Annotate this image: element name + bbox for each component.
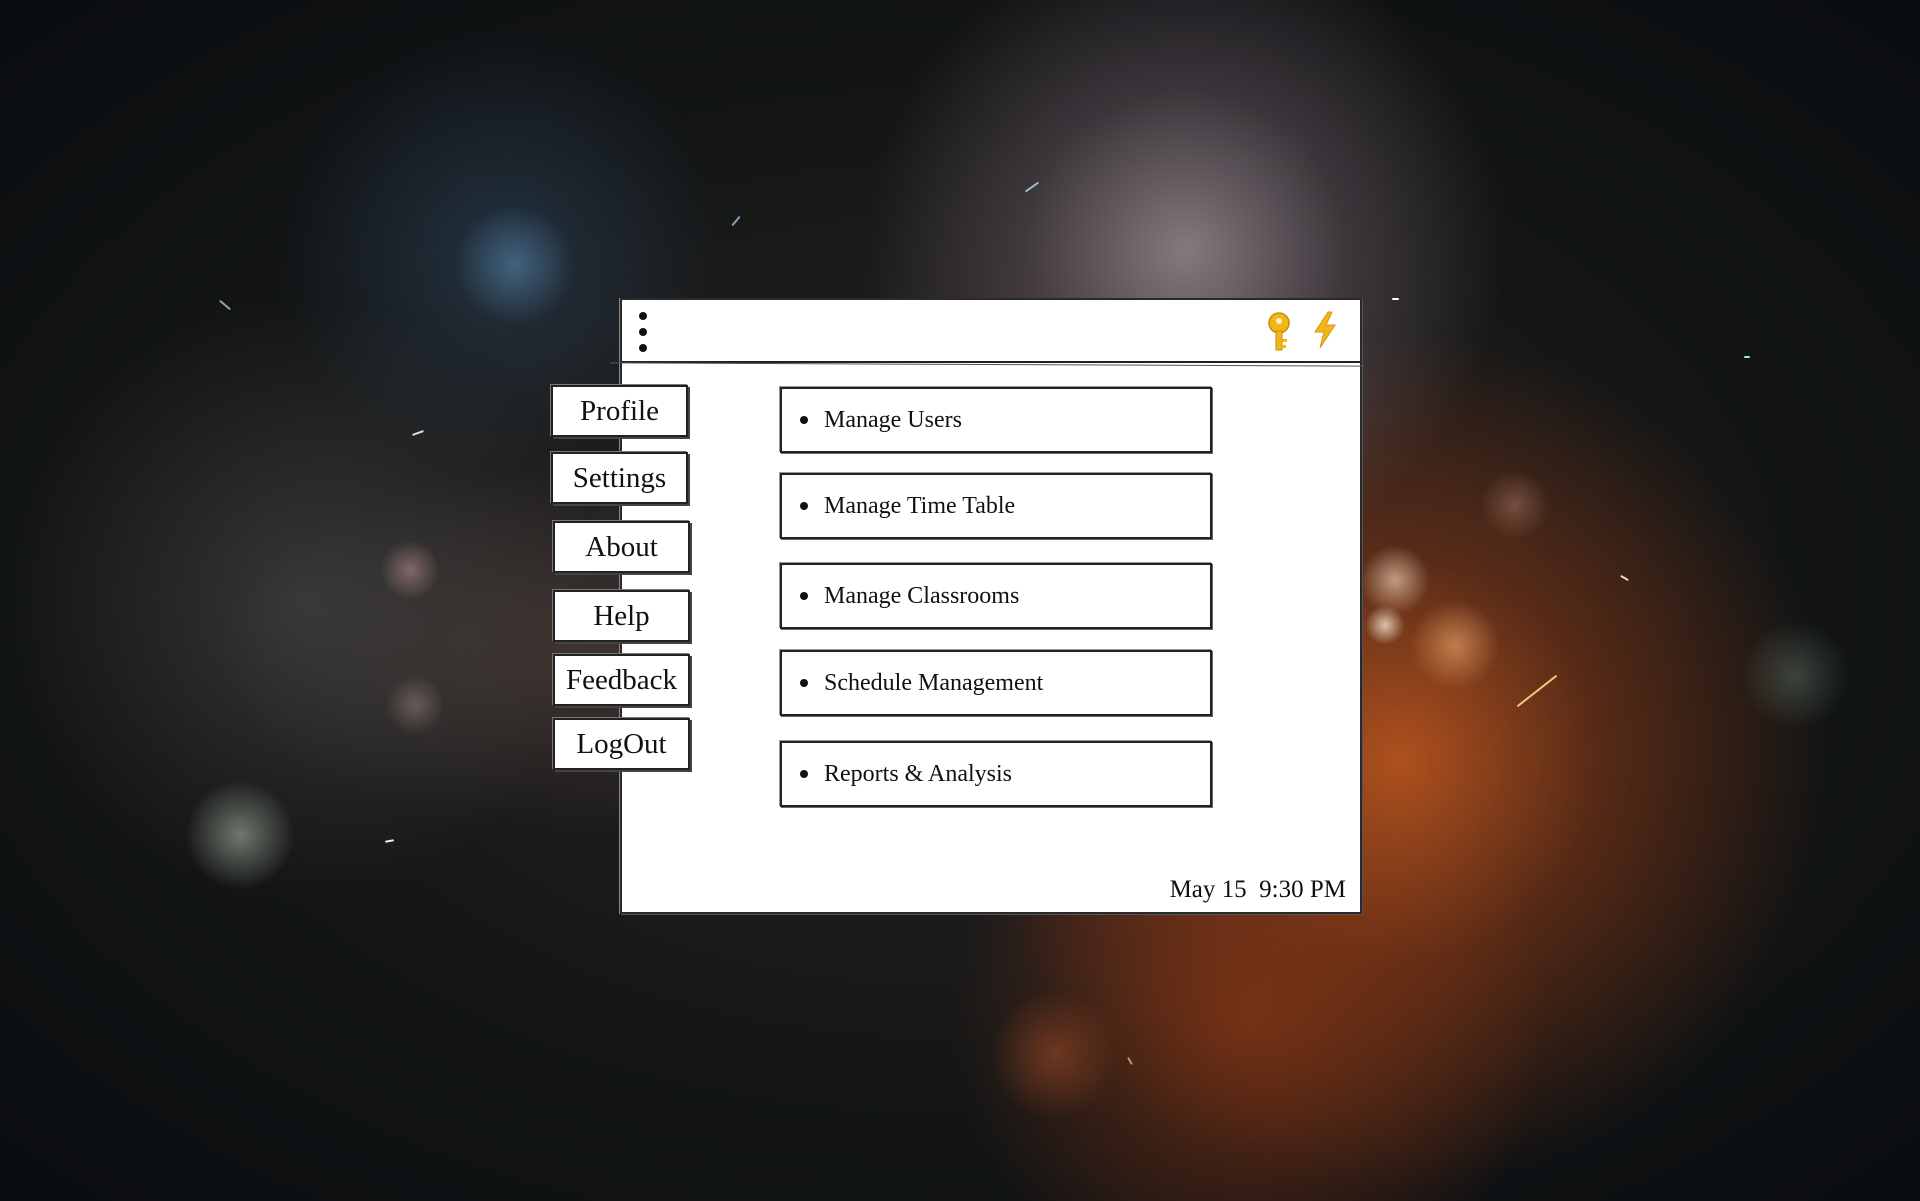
spark	[731, 215, 741, 227]
bokeh-light	[1365, 605, 1405, 645]
menu-item-schedule-management[interactable]: Schedule Management	[780, 650, 1212, 716]
menu-item-manage-users[interactable]: Manage Users	[780, 387, 1212, 453]
window-titlebar	[622, 300, 1360, 363]
sidebar-item-label: LogOut	[576, 727, 667, 760]
menu-item-label: Schedule Management	[824, 669, 1044, 696]
bullet-icon	[800, 679, 808, 687]
sidebar-item-help[interactable]: Help	[553, 590, 690, 642]
sidebar-item-label: Feedback	[565, 663, 678, 696]
bokeh-light	[185, 780, 295, 890]
sidebar-item-logout[interactable]: LogOut	[553, 718, 690, 770]
spark	[1620, 574, 1629, 582]
bokeh-light	[1740, 620, 1850, 730]
bokeh-light	[385, 675, 445, 735]
status-datetime: May 15 9:30 PM	[1170, 876, 1346, 904]
lightning-bolt-icon[interactable]	[1312, 311, 1338, 354]
bullet-icon	[800, 502, 808, 510]
bullet-icon	[800, 770, 808, 778]
sidebar-item-label: Help	[593, 599, 650, 632]
status-date: May 15	[1169, 876, 1247, 903]
bokeh-light	[990, 990, 1120, 1120]
menu-item-label: Manage Time Table	[824, 492, 1016, 519]
menu-item-label: Manage Users	[824, 406, 962, 433]
spark	[1024, 181, 1040, 193]
spark	[1744, 356, 1750, 358]
sidebar-item-label: About	[585, 530, 658, 563]
spark	[218, 299, 232, 311]
sidebar-item-settings[interactable]: Settings	[551, 452, 688, 504]
bokeh-light	[1480, 470, 1550, 540]
menu-dot	[639, 328, 647, 336]
menu-item-label: Reports & Analysis	[824, 760, 1013, 787]
bokeh-light	[380, 540, 440, 600]
sidebar-item-label: Settings	[572, 461, 667, 494]
menu-dot	[639, 344, 647, 352]
bokeh-light	[1360, 545, 1430, 615]
status-time: 9:30 PM	[1259, 876, 1346, 903]
key-icon[interactable]	[1266, 311, 1292, 358]
menu-dot	[639, 312, 647, 320]
bullet-icon	[800, 416, 808, 424]
kebab-menu-icon[interactable]	[636, 312, 650, 352]
menu-item-manage-time-table[interactable]: Manage Time Table	[780, 473, 1212, 539]
spark	[1392, 298, 1399, 300]
bokeh-light	[455, 205, 575, 325]
sidebar-item-about[interactable]: About	[553, 521, 690, 573]
spark	[384, 839, 395, 843]
sidebar-item-feedback[interactable]: Feedback	[553, 654, 690, 706]
menu-item-label: Manage Classrooms	[824, 582, 1020, 609]
sidebar-item-profile[interactable]: Profile	[551, 385, 688, 437]
menu-item-reports-analysis[interactable]: Reports & Analysis	[780, 741, 1212, 807]
bokeh-light	[1410, 600, 1500, 690]
sidebar-item-label: Profile	[580, 394, 659, 427]
spark	[1127, 1057, 1133, 1065]
bullet-icon	[800, 592, 808, 600]
menu-item-manage-classrooms[interactable]: Manage Classrooms	[780, 563, 1212, 629]
spark	[412, 430, 424, 436]
spark	[1516, 674, 1558, 708]
